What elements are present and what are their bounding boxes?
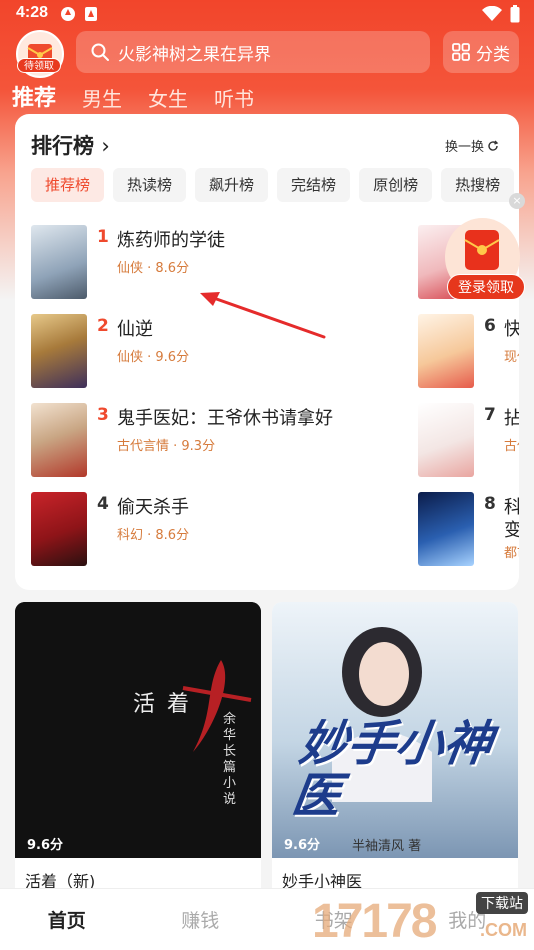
chip-original[interactable]: 原创榜 — [359, 168, 433, 202]
cover-title: 妙手小神医 — [288, 716, 496, 824]
tab-recommend[interactable]: 推荐 — [12, 80, 56, 112]
book-card[interactable]: 妙手小神医 半袖清风 著 9.6分 妙手小神医 — [272, 602, 518, 888]
book-title: 拈 — [504, 408, 519, 429]
annotation-arrow-icon — [200, 292, 326, 339]
book-item[interactable]: 4 偷天杀手 科幻 · 8.6分 — [31, 492, 411, 566]
watermark: 17178 下载站 .COM — [312, 888, 534, 950]
book-cover: 妙手小神医 半袖清风 著 — [272, 602, 518, 858]
rank-number: 2 — [97, 316, 109, 336]
book-card[interactable]: 活着 余华长篇小说 9.6分 活着（新) — [15, 602, 261, 888]
cover-title: 活着 — [133, 692, 202, 717]
book-cover — [31, 492, 87, 566]
book-item[interactable]: 7 拈 古代 — [418, 403, 519, 477]
watermark-text: 17178 — [312, 895, 437, 948]
download-notification-icon — [85, 7, 97, 21]
book-meta: 现代 — [504, 350, 519, 365]
gift-label[interactable]: 待领取 — [17, 58, 61, 73]
rank-number: 6 — [484, 316, 496, 336]
battery-icon — [510, 5, 520, 23]
ranking-chips: 推荐榜 热读榜 飙升榜 完结榜 原创榜 热搜榜 — [31, 168, 515, 202]
chevron-right-icon: › — [101, 134, 110, 158]
book-cover — [418, 314, 474, 388]
ranking-title[interactable]: 排行榜 › — [31, 130, 110, 160]
login-claim-button[interactable]: 登录领取 — [447, 274, 525, 300]
rank-number: 4 — [97, 494, 109, 514]
category-label: 分类 — [476, 44, 510, 65]
refresh-label: 换一换 — [444, 140, 484, 155]
book-title: 妙手小神医 — [282, 872, 363, 888]
status-bar: 4:28 — [0, 0, 534, 30]
watermark-sub: 下载站 — [476, 892, 528, 914]
chip-hot-read[interactable]: 热读榜 — [113, 168, 187, 202]
refresh-button[interactable]: 换一换 — [445, 136, 499, 155]
book-title: 鬼手医妃：王爷休书请拿好 — [117, 408, 333, 429]
category-button[interactable]: 分类 — [443, 31, 519, 73]
book-item[interactable]: 3 鬼手医妃：王爷休书请拿好 古代言情 · 9.3分 — [31, 403, 411, 477]
cover-author: 半袖清风 著 — [352, 839, 422, 854]
book-cover: 活着 余华长篇小说 — [15, 602, 261, 858]
watermark-domain: .COM — [480, 920, 527, 940]
book-score: 9.6分 — [284, 838, 321, 853]
book-meta: 古代言情 · 9.3分 — [117, 439, 216, 454]
book-score: 9.6分 — [27, 838, 64, 853]
status-time: 4:28 — [16, 4, 49, 21]
search-input[interactable]: 火影神树之果在异界 — [76, 31, 430, 73]
chip-recommend[interactable]: 推荐榜 — [31, 168, 105, 202]
nav-home[interactable]: 首页 — [0, 906, 134, 933]
ranking-card: 排行榜 › 换一换 推荐榜 热读榜 飙升榜 完结榜 原创榜 热搜榜 1 炼药师的… — [15, 114, 519, 590]
cover-subtitle: 余华长篇小说 — [223, 712, 237, 807]
book-title: 偷天杀手 — [117, 497, 189, 518]
book-meta: 科幻 · 8.6分 — [117, 528, 190, 543]
book-meta: 仙侠 · 8.6分 — [117, 261, 190, 276]
tab-audiobook[interactable]: 听书 — [214, 83, 254, 112]
book-cover — [31, 225, 87, 299]
ranking-title-text: 排行榜 — [31, 134, 94, 158]
book-title-line2: 变 — [504, 520, 519, 541]
book-title: 仙逆 — [117, 319, 153, 340]
book-cover — [31, 403, 87, 477]
chip-rising[interactable]: 飙升榜 — [195, 168, 269, 202]
book-item[interactable]: 6 快 现代 — [418, 314, 519, 388]
rank-number: 7 — [484, 405, 496, 425]
book-title: 快 — [504, 319, 519, 340]
close-icon[interactable]: × — [509, 193, 525, 209]
book-item[interactable]: 8 科 变 都市 — [418, 492, 519, 566]
tab-male[interactable]: 男生 — [82, 83, 122, 112]
book-cover — [31, 314, 87, 388]
grid-icon — [452, 43, 470, 61]
tab-female[interactable]: 女生 — [148, 83, 188, 112]
book-cover — [418, 492, 474, 566]
app-notification-icon — [61, 7, 75, 21]
chip-hot-search[interactable]: 热搜榜 — [441, 168, 515, 202]
rank-number: 3 — [97, 405, 109, 425]
rank-number: 1 — [97, 227, 109, 247]
chip-completed[interactable]: 完结榜 — [277, 168, 351, 202]
book-title: 炼药师的学徒 — [117, 230, 225, 251]
refresh-icon — [488, 140, 499, 151]
search-placeholder: 火影神树之果在异界 — [118, 44, 271, 65]
book-meta: 都市 — [504, 546, 519, 561]
book-cover — [418, 403, 474, 477]
channel-tabs: 推荐 男生 女生 听书 — [12, 82, 280, 112]
search-icon — [91, 43, 109, 61]
rank-number: 8 — [484, 494, 496, 514]
book-title: 活着（新) — [25, 872, 96, 888]
book-meta: 古代 — [504, 439, 519, 454]
nav-earn[interactable]: 赚钱 — [134, 906, 268, 933]
book-meta: 仙侠 · 9.6分 — [117, 350, 190, 365]
wifi-icon — [482, 6, 502, 21]
